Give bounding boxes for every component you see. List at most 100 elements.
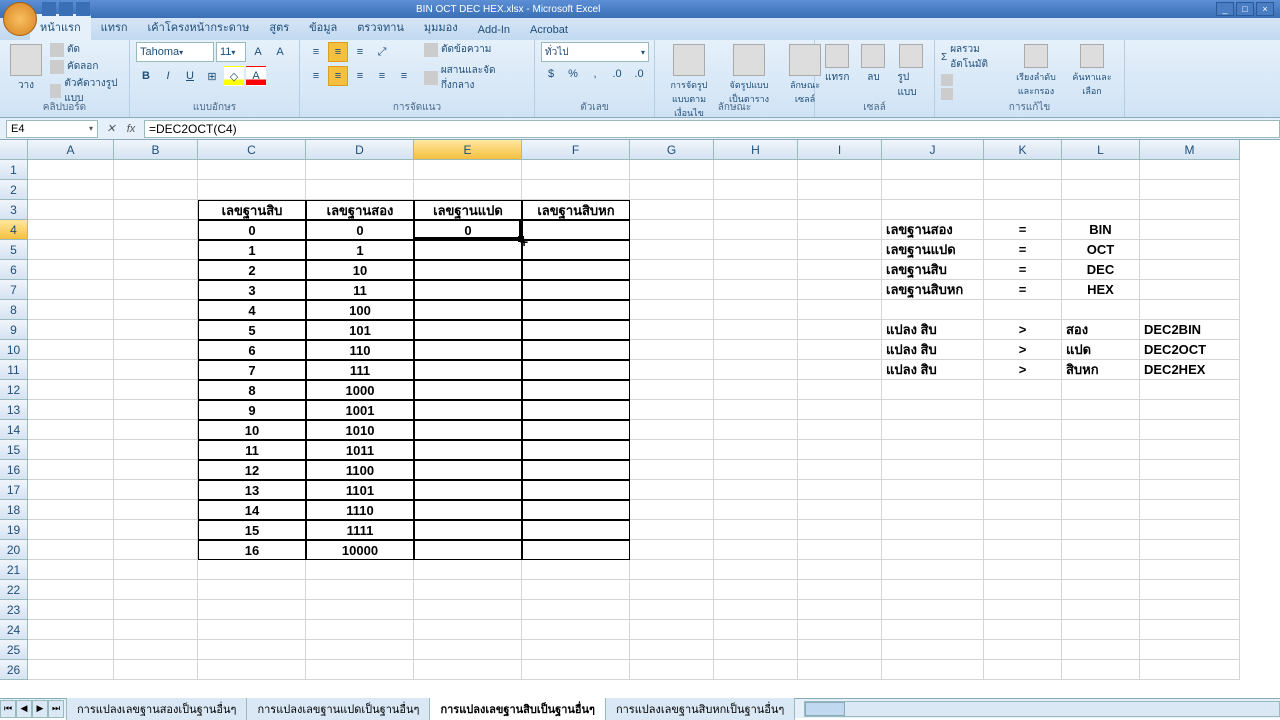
cell[interactable]: 10 [198,420,306,440]
cell[interactable] [798,580,882,600]
cell[interactable] [984,660,1062,680]
cell[interactable]: 1111 [306,520,414,540]
cell[interactable] [522,160,630,180]
cell[interactable] [714,640,798,660]
cell[interactable] [630,360,714,380]
cell[interactable] [114,660,198,680]
cell[interactable] [714,440,798,460]
sheet-tab[interactable]: การแปลงเลขฐานสองเป็นฐานอื่นๆ [66,697,247,720]
cell[interactable] [114,160,198,180]
cell[interactable] [630,280,714,300]
cell[interactable] [984,640,1062,660]
cell[interactable] [522,540,630,560]
align-left-button[interactable]: ≡ [306,66,326,86]
cell[interactable] [798,660,882,680]
cell[interactable] [1140,460,1240,480]
cell[interactable] [522,260,630,280]
cell[interactable]: 9 [198,400,306,420]
cell[interactable] [630,340,714,360]
cell[interactable] [28,440,114,460]
cell[interactable] [984,440,1062,460]
cell[interactable] [306,160,414,180]
cell[interactable] [28,200,114,220]
cell[interactable] [28,480,114,500]
currency-button[interactable]: $ [541,64,561,84]
cell[interactable] [630,540,714,560]
cell[interactable] [798,300,882,320]
cell[interactable] [798,480,882,500]
cell[interactable] [414,640,522,660]
cell[interactable] [798,560,882,580]
cell[interactable] [1140,640,1240,660]
worksheet-grid[interactable]: ABCDEFGHIJKLM 12345678910111213141516171… [0,140,1280,698]
cell[interactable] [198,180,306,200]
cell[interactable] [1062,420,1140,440]
cell[interactable] [414,160,522,180]
cell[interactable]: 7 [198,360,306,380]
shrink-font-button[interactable]: A [270,42,290,62]
cell[interactable] [522,620,630,640]
ribbon-tab[interactable]: ข้อมูล [299,14,347,40]
cell[interactable] [414,460,522,480]
cell[interactable] [1062,600,1140,620]
cell[interactable] [1140,180,1240,200]
cell[interactable]: 10 [306,260,414,280]
cell[interactable] [882,380,984,400]
cell[interactable] [882,200,984,220]
cell[interactable] [882,440,984,460]
cell[interactable] [414,440,522,460]
cell[interactable] [798,440,882,460]
cell[interactable] [28,160,114,180]
cell[interactable] [306,640,414,660]
cell[interactable] [28,560,114,580]
cell[interactable]: เลขฐานสิบ [882,260,984,280]
ribbon-tab[interactable]: Acrobat [520,20,578,40]
cell[interactable] [1140,480,1240,500]
cell[interactable]: เลขฐานสิบหก [522,200,630,220]
cell[interactable] [1140,500,1240,520]
cell[interactable] [306,660,414,680]
cell[interactable] [114,360,198,380]
align-center-button[interactable]: ≡ [328,66,348,86]
cell[interactable] [630,220,714,240]
cell[interactable] [714,560,798,580]
cell[interactable] [798,280,882,300]
cell[interactable] [630,400,714,420]
cell[interactable] [28,420,114,440]
cell[interactable] [798,620,882,640]
office-orb[interactable] [3,2,37,36]
cell[interactable] [714,200,798,220]
find-select-button[interactable]: ค้นหาและเลือก [1066,42,1118,100]
cell[interactable]: สิบหก [1062,360,1140,380]
italic-button[interactable]: I [158,66,178,86]
cell[interactable] [522,580,630,600]
cell[interactable]: 1010 [306,420,414,440]
cell[interactable] [714,620,798,640]
format-table-button[interactable]: จัดรูปแบบเป็นตาราง [721,42,777,108]
cell[interactable] [1140,240,1240,260]
inc-decimal-button[interactable]: .0 [607,64,627,84]
cell[interactable] [1140,560,1240,580]
row-header[interactable]: 5 [0,240,28,260]
cell[interactable] [28,220,114,240]
cell[interactable] [798,240,882,260]
cell[interactable] [198,160,306,180]
insert-cells-button[interactable]: แทรก [821,42,853,87]
cell[interactable]: 13 [198,480,306,500]
row-header[interactable]: 21 [0,560,28,580]
cell[interactable]: HEX [1062,280,1140,300]
cell[interactable] [1140,540,1240,560]
cell[interactable] [798,460,882,480]
cell[interactable] [414,520,522,540]
orientation-button[interactable]: ⤢ [372,42,392,62]
scrollbar-thumb[interactable] [805,702,845,716]
cell[interactable] [798,380,882,400]
cell[interactable]: 1 [198,240,306,260]
cell[interactable] [714,400,798,420]
cell[interactable] [28,540,114,560]
cell[interactable] [882,160,984,180]
cell[interactable] [1140,400,1240,420]
cell[interactable] [882,640,984,660]
cell[interactable] [114,480,198,500]
maximize-button[interactable]: □ [1236,2,1254,16]
